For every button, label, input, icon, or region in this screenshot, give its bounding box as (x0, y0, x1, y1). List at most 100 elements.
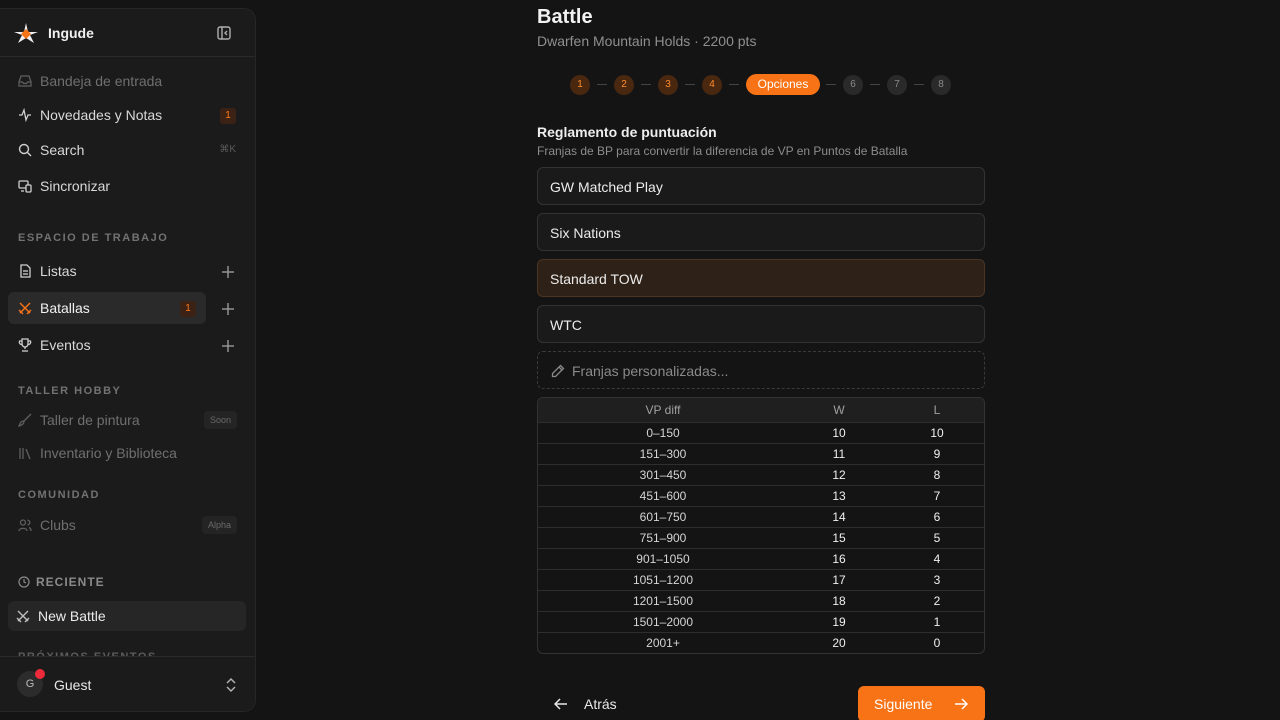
activity-icon (18, 108, 32, 122)
win-points-cell: 20 (832, 635, 846, 650)
keyboard-shortcut: ⌘K (219, 144, 236, 155)
vp-diff-cell: 751–900 (538, 527, 788, 549)
sidebar-item-label: Sincronizar (40, 178, 111, 194)
recent-item-label: New Battle (38, 608, 106, 624)
sidebar-item-label: Bandeja de entrada (40, 73, 163, 89)
sidebar-item-label: Taller de pintura (40, 412, 140, 428)
step-connector (597, 84, 607, 85)
vp-bands-table: VP diff W L 0–150 10 10 151–300 11 9 301–450… (537, 397, 985, 654)
sidebar-item-search[interactable]: Search ⌘K (8, 134, 240, 166)
chevron-up-down-icon (224, 677, 238, 693)
win-points-cell: 18 (788, 590, 890, 612)
table-row: 301–450 12 8 (538, 464, 984, 486)
sidebar-item-lists[interactable]: Listas (8, 255, 240, 287)
vp-diff-cell: 601–750 (538, 506, 788, 528)
loss-points-cell: 3 (890, 569, 984, 591)
table-row: 151–300 11 9 (538, 443, 984, 465)
back-button[interactable]: Atrás (540, 688, 640, 720)
sidebar-item-news[interactable]: Novedades y Notas 1 (8, 99, 240, 131)
loss-points-cell: 1 (890, 611, 984, 633)
sync-devices-icon (18, 179, 32, 193)
workspace-section-title: ESPACIO DE TRABAJO (18, 232, 169, 244)
next-button-label: Siguiente (874, 696, 933, 712)
recent-item-new-battle[interactable]: New Battle (8, 601, 246, 631)
add-list-icon[interactable] (220, 264, 236, 280)
table-header-row: VP diff W L (538, 398, 984, 423)
column-header-win: W (788, 398, 890, 423)
loss-points-cell: 5 (890, 527, 984, 549)
add-event-icon[interactable] (220, 338, 236, 354)
sidebar-header: Ingude (0, 9, 255, 57)
next-button[interactable]: Siguiente (858, 686, 985, 720)
soon-tag: Soon (204, 411, 238, 429)
table-row: 1501–2000 19 1 (538, 611, 984, 633)
table-row: 1201–1500 18 2 (538, 590, 984, 612)
loss-points-cell: 4 (890, 548, 984, 570)
back-button-label: Atrás (584, 696, 617, 712)
table-row: 0–150 10 10 (538, 422, 984, 444)
column-header-vp-diff: VP diff (538, 398, 788, 423)
win-points-cell: 15 (788, 527, 890, 549)
sidebar-item-label: Novedades y Notas (40, 107, 163, 123)
user-name: Guest (54, 677, 92, 693)
scoring-option-standard-tow[interactable]: Standard TOW (537, 259, 985, 297)
table-row: 1051–1200 17 3 (538, 569, 984, 591)
app-name: Ingude (48, 25, 94, 41)
step-connector (914, 84, 924, 85)
step-3[interactable]: 3 (658, 75, 678, 95)
table-row: 2001+ 20 0 (538, 632, 984, 653)
community-section-title: COMUNIDAD (18, 489, 100, 501)
sidebar-item-battles[interactable]: Batallas 1 (8, 292, 206, 324)
scoring-option-wtc[interactable]: WTC (537, 305, 985, 343)
sidebar-collapse-icon[interactable] (216, 25, 232, 41)
file-icon (18, 264, 32, 278)
arrow-right-icon (954, 697, 968, 711)
sidebar-item-label: Clubs (40, 517, 76, 533)
step-6[interactable]: 6 (843, 75, 863, 95)
users-icon (18, 518, 32, 532)
vp-diff-cell: 1501–2000 (538, 611, 788, 633)
scoring-option-six-nations[interactable]: Six Nations (537, 213, 985, 251)
sidebar-item-inventory[interactable]: Inventario y Biblioteca (8, 437, 240, 469)
sidebar-item-clubs[interactable]: Clubs Alpha (8, 509, 240, 541)
step-connector (685, 84, 695, 85)
vp-diff-cell: 1051–1200 (538, 569, 788, 591)
step-4[interactable]: 4 (702, 75, 722, 95)
step-current-options[interactable]: Opciones (746, 74, 820, 95)
sidebar: Ingude Bandeja de entrada Novedades y No… (0, 8, 256, 712)
win-points-cell: 13 (788, 485, 890, 507)
win-points-cell: 11 (788, 443, 890, 465)
vp-diff-cell: 1201–1500 (538, 590, 788, 612)
win-points-cell: 19 (788, 611, 890, 633)
scoring-option-gw-matched-play[interactable]: GW Matched Play (537, 167, 985, 205)
win-points-cell: 14 (788, 506, 890, 528)
notification-badge: 1 (220, 108, 236, 124)
notification-badge: 1 (180, 301, 196, 317)
sidebar-item-paint-workshop[interactable]: Taller de pintura Soon (8, 404, 240, 436)
app-logo (12, 21, 40, 45)
vp-diff-cell: 901–1050 (538, 548, 788, 570)
win-points-cell: 12 (788, 464, 890, 486)
custom-bands-button[interactable]: Franjas personalizadas... (537, 351, 985, 389)
crossed-swords-icon (16, 609, 30, 623)
add-battle-icon[interactable] (220, 301, 236, 317)
column-header-loss: L (890, 398, 984, 423)
step-7[interactable]: 7 (887, 75, 907, 95)
step-2[interactable]: 2 (614, 75, 634, 95)
step-8[interactable]: 8 (931, 75, 951, 95)
vp-diff-cell: 2001+ (646, 635, 680, 650)
step-1[interactable]: 1 (570, 75, 590, 95)
vp-diff-cell: 301–450 (538, 464, 788, 486)
sidebar-item-inbox[interactable]: Bandeja de entrada (8, 65, 240, 97)
win-points-cell: 10 (788, 422, 890, 444)
vp-diff-cell: 0–150 (538, 422, 788, 444)
user-menu[interactable]: G Guest (0, 656, 255, 711)
sidebar-item-events[interactable]: Eventos (8, 329, 240, 361)
win-points-cell: 17 (788, 569, 890, 591)
loss-points-cell: 10 (890, 422, 984, 444)
vp-diff-cell: 151–300 (538, 443, 788, 465)
crossed-swords-icon (18, 301, 32, 315)
step-connector (729, 84, 739, 85)
sidebar-item-sync[interactable]: Sincronizar (8, 170, 240, 202)
win-points-cell: 16 (788, 548, 890, 570)
